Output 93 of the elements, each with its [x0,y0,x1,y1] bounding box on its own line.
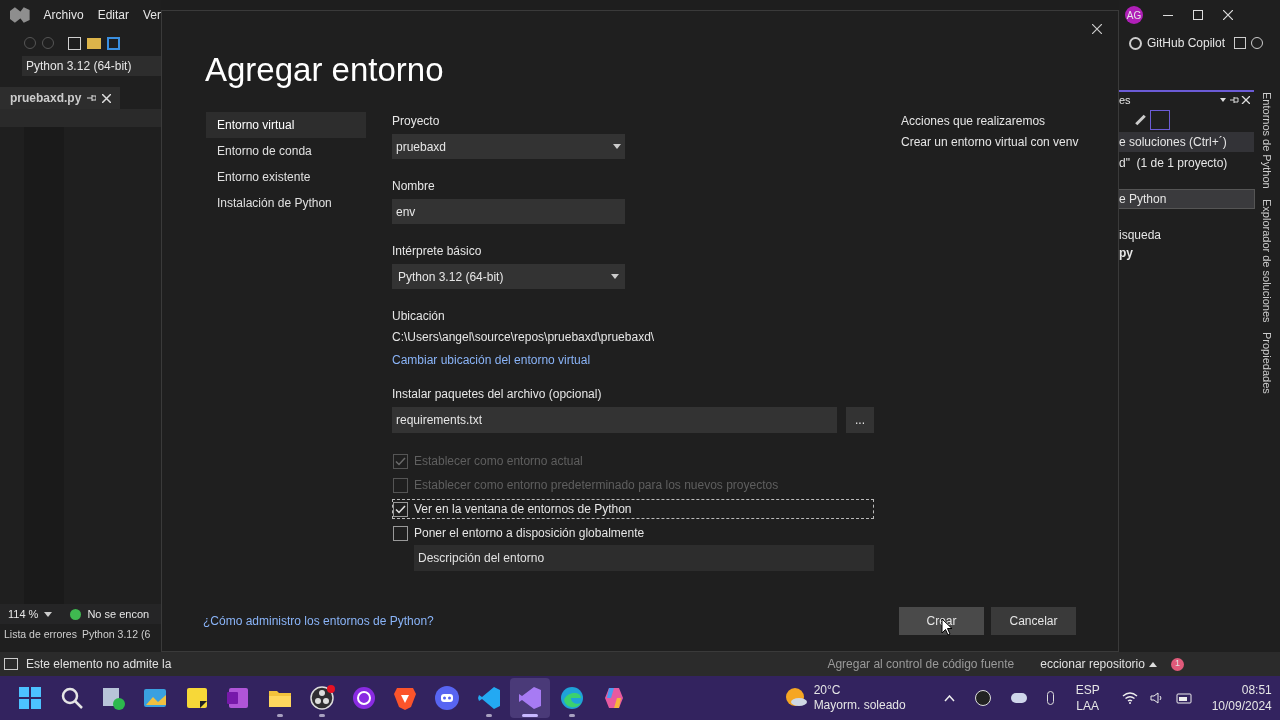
description-field[interactable]: Descripción del entorno [414,545,874,571]
caret-icon [613,144,621,149]
record-icon [308,685,335,711]
input-language[interactable]: LAA [1076,698,1099,714]
checkbox-row[interactable]: Poner el entorno a disposición globalmente [392,523,874,543]
windows-icon [17,685,43,711]
panel-tab[interactable]: Python 3.12 (6 [81,627,151,643]
nav-item[interactable]: Entorno existente [206,164,366,190]
menu-item[interactable]: Ver [143,6,161,24]
project-dropdown[interactable]: pruebaxd [392,134,625,159]
maximize-icon[interactable] [1193,10,1203,20]
panel-controls-icon[interactable] [1220,96,1250,104]
weather-summary: Mayorm. soleado [813,698,906,713]
cancel-button[interactable]: Cancelar [991,607,1076,635]
field-label: Ubicación [392,308,446,325]
search-field[interactable]: e soluciones (Ctrl+´) [1119,132,1254,152]
running-indicator [568,714,575,717]
panel-title: es [1119,92,1131,108]
check-icon [395,456,406,466]
caret-icon [611,274,619,279]
running-indicator [277,714,284,717]
field-label: Intérprete básico [392,243,483,260]
pin-icon[interactable] [87,94,97,102]
location-path: C:\Users\angel\source\repos\pruebaxd\pruebaxd\ [392,329,656,346]
dialog-title: Agregar entorno [205,50,445,90]
nav-item[interactable]: Entorno virtual [206,112,366,138]
battery-icon[interactable] [1175,692,1194,704]
checkbox[interactable] [393,525,408,541]
caret-icon [44,611,53,617]
copilot-button[interactable]: GitHub Copilot [1147,34,1226,52]
ide-icon [517,685,544,711]
nav-item[interactable]: Instalación de Python [206,190,366,216]
browse-button[interactable]: ... [846,407,874,433]
minimize-icon[interactable] [1163,14,1173,16]
wifi-icon[interactable] [1121,692,1138,704]
caret-up-icon [1148,661,1157,667]
check-icon [395,504,406,514]
cloud-icon[interactable] [1010,693,1027,703]
status-message: Este elemento no admite la [26,656,172,673]
running-indicator [485,714,492,717]
menu-item[interactable]: Editar [97,6,129,24]
running-indicator [318,714,325,717]
checkbox[interactable] [393,501,408,517]
browser-icon [558,685,585,711]
ide-logo-icon [10,7,30,23]
chat-icon [433,685,460,711]
clock-time[interactable]: 08:51 [1241,682,1272,698]
close-icon [1092,24,1102,34]
chevron-up-icon[interactable] [943,694,955,702]
help-link[interactable]: ¿Cómo administro los entornos de Python? [203,612,434,630]
checkbox-label: Establecer como entorno predeterminado para los nuevos proyectos [414,477,779,494]
field-label: Proyecto [392,113,441,130]
tree-item[interactable]: d" (1 de 1 proyecto) [1119,154,1254,172]
change-location-link[interactable]: Cambiar ubicación del entorno virtual [392,351,874,369]
side-tab[interactable]: Explorador de soluciones [1258,198,1276,323]
source-control-button[interactable]: Agregar al control de código fuente [827,655,1015,673]
input-language[interactable]: ESP [1075,682,1100,698]
account-avatar[interactable]: AG [1125,6,1143,24]
clock-date[interactable]: 10/09/2024 [1211,698,1272,714]
side-tab[interactable]: Entornos de Python [1258,92,1276,189]
spreadsheet-icon [100,685,127,711]
checkbox-label: Poner el entorno a disposición globalmente [414,525,645,542]
requirements-field[interactable]: requirements.txt [392,407,837,433]
panel-tab[interactable]: Lista de errores [4,627,77,643]
action-item: Crear un entorno virtual con venv [901,134,1079,151]
name-field[interactable]: env [392,199,625,224]
issues-status: No se encon [87,606,150,622]
field-label: Instalar paquetes del archivo (opcional) [392,386,603,403]
running-indicator [522,714,539,717]
tree-item[interactable]: e Python [1119,190,1254,208]
checkbox-label: Ver en la ventana de entornos de Python [414,501,632,518]
zoom-level[interactable]: 114 % [8,605,39,623]
side-tab[interactable]: Propiedades [1258,332,1276,394]
menu-item[interactable]: Archivo [43,6,84,24]
close-icon[interactable] [1223,10,1233,20]
repository-button[interactable]: eccionar repositorio [1040,655,1145,673]
tray-app-icon[interactable] [974,690,991,706]
taskbar-button[interactable] [510,678,551,718]
ok-icon [70,608,82,620]
interpreter-dropdown[interactable]: Python 3.12 (64-bit) [22,56,161,76]
field-label: Nombre [392,178,436,195]
code-editor-icon [475,685,502,711]
tree-item[interactable]: isqueda [1119,226,1254,244]
nav-item[interactable]: Entorno de conda [206,138,366,164]
tree-item[interactable]: py [1119,244,1254,262]
temperature: 20°C [813,683,842,698]
close-button[interactable] [1090,22,1104,36]
close-icon[interactable] [102,93,112,103]
checkbox-label: Establecer como entorno actual [414,453,583,470]
interpreter-dropdown[interactable]: Python 3.12 (64-bit) [392,264,625,289]
actions-heading: Acciones que realizaremos [901,113,1047,130]
checkbox-row[interactable]: Ver en la ventana de entornos de Python [392,499,874,519]
speaker-icon[interactable] [1149,692,1164,704]
